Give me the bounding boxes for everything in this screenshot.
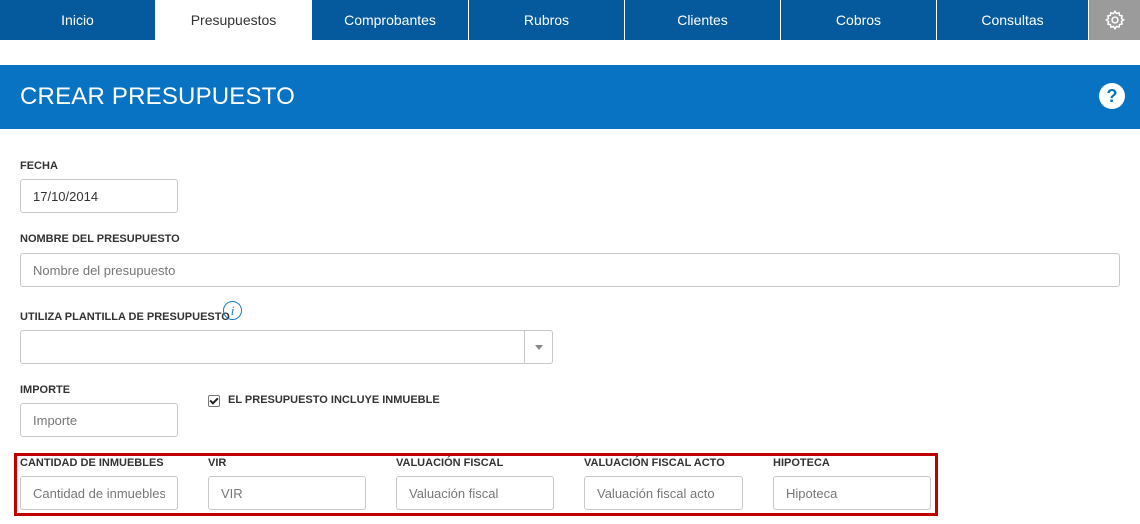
tab-comprobantes[interactable]: Comprobantes [312,0,469,40]
cantidad-input[interactable] [20,476,178,510]
valuacion-fiscal-label: VALUACIÓN FISCAL [396,457,504,469]
info-glyph: i [230,302,235,318]
page-title: CREAR PRESUPUESTO [20,83,296,110]
help-button[interactable]: ? [1099,83,1125,109]
tab-inicio[interactable]: Inicio [0,0,156,40]
valuacion-fiscal-input[interactable] [396,476,554,510]
fecha-label: FECHA [20,160,58,172]
plantilla-label: UTILIZA PLANTILLA DE PRESUPUESTO [20,311,230,323]
inmueble-checkbox[interactable] [208,395,220,407]
plantilla-select[interactable] [20,330,553,364]
top-nav: Inicio Presupuestos Comprobantes Rubros … [0,0,1140,40]
hipoteca-input[interactable] [773,476,931,510]
nombre-label: NOMBRE DEL PRESUPUESTO [20,233,180,245]
vir-label: VIR [208,457,227,469]
tab-cobros[interactable]: Cobros [781,0,937,40]
gear-icon [1104,9,1125,31]
tab-presupuestos[interactable]: Presupuestos [156,0,312,40]
settings-button[interactable] [1089,0,1140,40]
importe-input[interactable] [20,403,178,437]
hipoteca-label: HIPOTECA [773,457,830,469]
cantidad-label: CANTIDAD DE INMUEBLES [20,457,164,469]
nombre-input[interactable] [20,253,1120,287]
tab-consultas[interactable]: Consultas [937,0,1089,40]
importe-label: IMPORTE [20,384,71,396]
inmueble-checkbox-label[interactable]: EL PRESUPUESTO INCLUYE INMUEBLE [228,394,440,406]
chevron-down-icon[interactable] [524,331,552,363]
info-icon[interactable]: i [223,301,242,320]
fecha-input[interactable] [20,179,178,213]
tab-rubros[interactable]: Rubros [469,0,625,40]
page-header: CREAR PRESUPUESTO [0,65,1140,129]
valuacion-fiscal-acto-input[interactable] [584,476,743,510]
tab-clientes[interactable]: Clientes [625,0,781,40]
question-circle-icon: ? [1106,85,1118,106]
vir-input[interactable] [208,476,366,510]
valuacion-fiscal-acto-label: VALUACIÓN FISCAL ACTO [584,457,725,469]
